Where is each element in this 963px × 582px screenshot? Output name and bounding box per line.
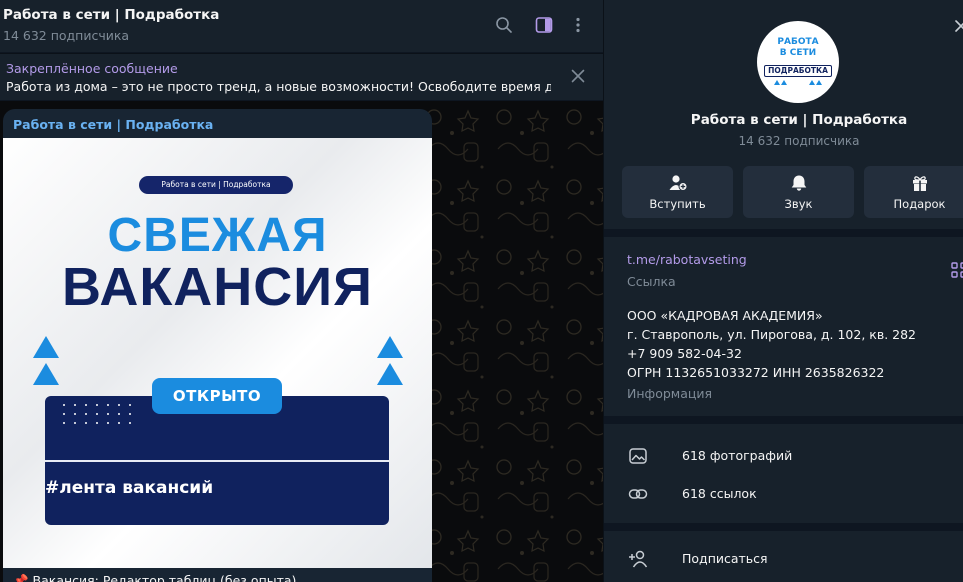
info-line-phone: +7 909 582-04-32 [627,346,742,361]
section-divider [604,523,963,531]
section-divider [604,416,963,424]
sidebar-toggle-button[interactable] [533,14,555,36]
image-headline-1: СВЕЖАЯ [107,209,328,262]
join-label: Вступить [649,197,706,211]
panel-close-button[interactable] [954,18,963,34]
info-line-company: ООО «КАДРОВАЯ АКАДЕМИЯ» [627,308,823,323]
panel-subscriber-count: 14 632 подписчика [738,134,860,148]
pinned-text: Работа из дома – это не просто тренд, а … [6,79,551,94]
sound-label: Звук [784,197,813,211]
image-hashtag: #лента вакансий [45,478,214,498]
chat-title[interactable]: Работа в сети | Подработка [3,7,219,23]
pinned-label: Закреплённое сообщение [6,61,178,76]
gift-button[interactable]: Подарок [864,166,963,218]
post-image[interactable]: Работа в сети | Подработка СВЕЖАЯ ВАКАНС… [3,138,432,568]
image-card: #лента вакансий [45,396,389,525]
more-button[interactable] [567,14,589,36]
photo-icon [629,448,647,464]
triangle-decoration-icon [377,363,403,385]
channel-info-panel: РАБОТА В СЕТИ ПОДРАБОТКА Работа в сети |… [603,0,963,582]
image-headline-2: ВАКАНСИЯ [62,257,373,317]
triangle-decoration-icon [33,336,59,358]
channel-avatar[interactable]: РАБОТА В СЕТИ ПОДРАБОТКА [757,21,839,103]
post-author[interactable]: Работа в сети | Подработка [13,117,213,132]
chat-subscriber-count: 14 632 подписчика [3,28,130,43]
avatar-triangle-icon [774,80,780,85]
sidebar-toggle-icon [535,17,553,33]
media-links-label: 618 ссылок [682,486,757,501]
pinned-close-button[interactable] [568,66,588,86]
more-vertical-icon [576,17,580,33]
media-photos-label: 618 фотографий [682,448,793,463]
add-user-icon [669,175,687,191]
gift-icon [912,176,927,191]
card-divider [45,460,389,462]
bell-icon [791,175,806,191]
info-line-registration: ОГРН 1132651033272 ИНН 2635826322 [627,365,885,380]
avatar-triangle-icon [816,80,822,85]
image-pill-label: Работа в сети | Подработка [139,176,293,194]
media-photos-row[interactable]: 618 фотографий [604,439,963,473]
avatar-triangle-icon [781,80,787,85]
avatar-text-1: РАБОТА [777,37,819,47]
channel-link[interactable]: t.me/rabotavseting [627,252,747,267]
info-line-address: г. Ставрополь, ул. Пирогова, д. 102, кв.… [627,327,917,342]
triangle-decoration-icon [377,336,403,358]
info-caption: Информация [627,386,713,401]
link-caption: Ссылка [627,274,676,289]
qr-code-icon [951,262,963,278]
triangle-decoration-icon [33,363,59,385]
sound-button[interactable]: Звук [743,166,854,218]
panel-channel-title: Работа в сети | Подработка [690,112,908,128]
qr-code-button[interactable] [951,262,963,278]
post-caption: 📌 Вакансия: Редактор таблиц (без опыта) [13,573,297,582]
avatar-text-2: В СЕТИ [779,48,817,58]
pinned-message-bar[interactable]: Закреплённое сообщение Работа из дома – … [0,53,603,100]
close-icon [571,69,585,83]
search-button[interactable] [493,14,515,36]
section-divider [604,229,963,237]
image-open-badge: ОТКРЫТО [152,378,282,414]
subscribe-label: Подписаться [682,551,768,566]
chat-area: Работа в сети | Подработка 14 632 подпис… [0,0,603,582]
add-user-icon [629,550,648,568]
search-icon [496,17,512,33]
subscribe-row[interactable]: Подписаться [604,542,963,576]
join-button[interactable]: Вступить [622,166,733,218]
close-icon [955,20,963,32]
channel-post[interactable]: Работа в сети | Подработка Работа в сети… [3,109,432,582]
avatar-text-3: ПОДРАБОТКА [764,65,832,77]
media-links-row[interactable]: 618 ссылок [604,477,963,511]
chat-header[interactable]: Работа в сети | Подработка 14 632 подпис… [0,0,603,52]
gift-label: Подарок [893,197,946,211]
avatar-triangle-icon [809,80,815,85]
link-icon [628,489,648,499]
